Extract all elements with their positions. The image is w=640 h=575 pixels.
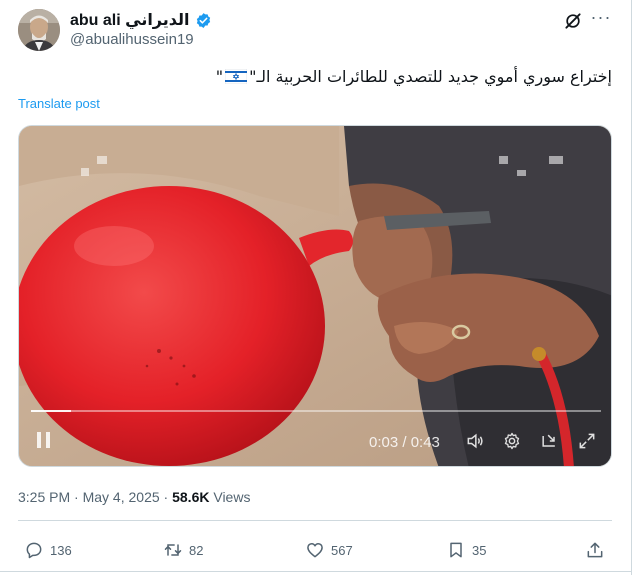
verified-badge-icon	[196, 12, 210, 28]
views-label[interactable]: Views	[213, 489, 250, 505]
tweet-card: abu ali الديراني @abualihussein19 ··· إخ…	[0, 0, 632, 575]
post-time[interactable]: 3:25 PM	[18, 489, 70, 505]
bookmark-icon	[450, 542, 462, 558]
tweet-text: إختراع سوري أموي جديد للتصدي للطائرات ال…	[200, 66, 612, 88]
grok-icon[interactable]	[563, 11, 583, 31]
author-name-row[interactable]: abu ali الديراني	[70, 10, 212, 30]
meta-separator: ·	[74, 489, 79, 505]
video-time-display: 0:03 / 0:43	[369, 434, 440, 451]
avatar[interactable]	[18, 9, 60, 51]
repost-button[interactable]: 82	[163, 540, 203, 560]
video-frame-image	[19, 126, 611, 466]
volume-icon[interactable]	[465, 431, 485, 451]
video-progress-bar[interactable]	[31, 410, 601, 412]
meta-separator-2: ·	[163, 489, 169, 505]
post-date[interactable]: May 4, 2025	[83, 489, 160, 505]
tweet-text-end: "	[215, 67, 224, 86]
divider	[18, 520, 612, 521]
post-meta: 3:25 PM · May 4, 2025 · 58.6K Views	[18, 489, 250, 505]
repost-count: 82	[189, 542, 204, 558]
reply-icon	[26, 542, 42, 559]
like-count: 567	[331, 542, 353, 558]
bookmark-count: 35	[472, 542, 487, 558]
more-options-icon[interactable]: ···	[590, 8, 612, 30]
author-handle[interactable]: @abualihussein19	[70, 31, 194, 48]
fullscreen-icon[interactable]	[577, 431, 597, 451]
israel-flag-emoji-icon	[225, 69, 248, 84]
repost-icon	[164, 544, 182, 556]
like-button[interactable]: 567	[305, 540, 353, 560]
tweet-text-main: إختراع سوري أموي جديد للتصدي للطائرات ال…	[249, 67, 612, 86]
views-count[interactable]: 58.6K	[172, 489, 209, 505]
author-display-name[interactable]: abu ali الديراني	[70, 10, 190, 30]
picture-in-picture-icon[interactable]	[539, 431, 559, 451]
video-controls: 0:03 / 0:43	[19, 426, 611, 456]
pause-icon[interactable]	[35, 430, 53, 450]
settings-gear-icon[interactable]	[502, 431, 522, 451]
video-progress-fill	[31, 410, 71, 412]
reply-button[interactable]: 136	[24, 540, 72, 560]
bookmark-button[interactable]: 35	[446, 540, 486, 560]
video-player[interactable]: 0:03 / 0:43	[18, 125, 612, 467]
translate-post-link[interactable]: Translate post	[18, 96, 100, 111]
reply-count: 136	[50, 542, 72, 558]
share-button[interactable]	[585, 540, 605, 560]
share-icon	[587, 542, 603, 558]
heart-icon	[307, 543, 323, 558]
card-bottom-border	[0, 571, 632, 572]
